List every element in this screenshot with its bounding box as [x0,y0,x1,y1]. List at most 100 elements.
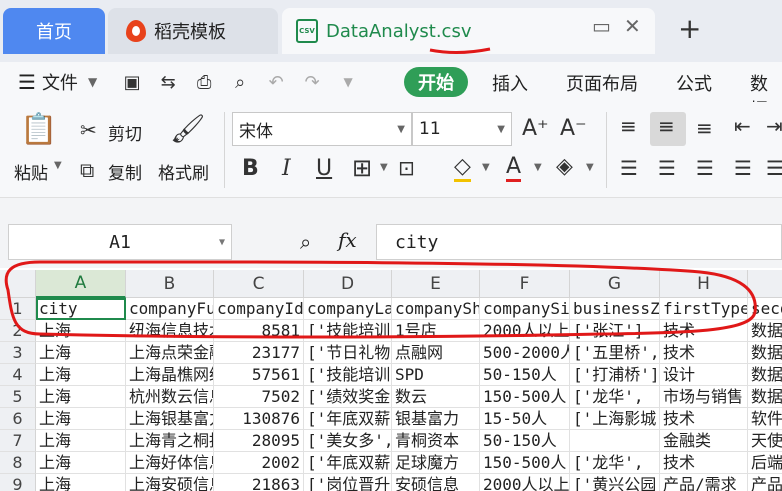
column-header-g[interactable]: G [570,270,660,298]
paste-button[interactable]: 粘贴 [14,159,48,184]
column-header-b[interactable]: B [126,270,214,298]
table-cell[interactable]: 50-150人 [480,364,570,386]
table-cell[interactable]: 上海晶樵网络 [126,364,214,386]
redo-icon[interactable]: ↷ [301,71,323,93]
table-cell[interactable]: 设计 [660,364,748,386]
menu-page-layout[interactable]: 页面布局 [566,70,638,96]
table-cell[interactable]: ['龙华', [570,452,660,474]
row-header[interactable]: 7 [0,430,36,452]
italic-icon[interactable]: I [282,156,291,181]
align-middle-icon[interactable]: ≡ [658,114,675,138]
table-cell[interactable]: 市场与销售 [660,386,748,408]
table-cell[interactable]: 天使投资 [748,430,782,452]
align-bottom-icon[interactable]: ≡ [696,116,713,140]
table-cell[interactable]: 上海银基富力 [126,408,214,430]
header-cell[interactable]: companyId [214,298,304,320]
header-cell[interactable]: firstType [660,298,748,320]
table-cell[interactable]: SPD [392,364,480,386]
table-cell[interactable]: ['年底双薪', [304,408,392,430]
table-cell[interactable]: 500-2000人 [480,342,570,364]
table-cell[interactable]: 57561 [214,364,304,386]
table-cell[interactable]: 纽海信息技术 [126,320,214,342]
column-header-a[interactable]: A [36,270,126,298]
table-cell[interactable]: 2000人以上 [480,320,570,342]
header-cell[interactable]: companySize [480,298,570,320]
table-cell[interactable]: ['技能培训', [304,364,392,386]
column-header-c[interactable]: C [214,270,304,298]
table-cell[interactable]: 7502 [214,386,304,408]
row-header[interactable]: 4 [0,364,36,386]
align-top-icon[interactable]: ≡ [620,114,637,138]
table-cell[interactable]: 数据开发 [748,386,782,408]
table-cell[interactable] [570,430,660,452]
menu-insert[interactable]: 插入 [492,70,528,96]
table-cell[interactable]: 1号店 [392,320,480,342]
font-name-select[interactable]: 宋体 ▼ [232,112,412,146]
header-cell[interactable]: secondType [748,298,782,320]
table-cell[interactable]: 上海 [36,408,126,430]
formula-input[interactable]: city [376,224,782,260]
tab-home[interactable]: 首页 [3,8,105,54]
eraser-icon[interactable]: ◈ [556,154,573,179]
underline-icon[interactable]: U [316,156,332,181]
table-cell[interactable]: 130876 [214,408,304,430]
header-cell[interactable]: companyLabelList [304,298,392,320]
font-color-icon[interactable]: A [506,154,522,182]
header-cell[interactable]: companyShortName [392,298,480,320]
file-menu[interactable]: ☰ 文件 ▼ [18,69,97,95]
add-tab-icon[interactable]: + [678,12,701,45]
table-cell[interactable]: 数据开发 [748,320,782,342]
table-cell[interactable]: 8581 [214,320,304,342]
table-cell[interactable]: 技术 [660,342,748,364]
align-right-icon[interactable]: ☰ [696,156,714,180]
table-cell[interactable]: 2000人以上 [480,474,570,491]
table-cell[interactable]: ['龙华', [570,386,660,408]
table-cell[interactable]: 上海点荣金融 [126,342,214,364]
row-header[interactable]: 9 [0,474,36,491]
table-cell[interactable]: ['岗位晋升', [304,474,392,491]
table-cell[interactable]: 23177 [214,342,304,364]
row-header[interactable]: 5 [0,386,36,408]
column-header-i[interactable]: I [748,270,782,298]
bold-icon[interactable]: B [242,156,259,181]
table-cell[interactable]: 后端开发 [748,452,782,474]
header-cell[interactable]: city [36,298,126,320]
column-header-f[interactable]: F [480,270,570,298]
table-cell[interactable]: ['节日礼物', [304,342,392,364]
table-cell[interactable]: 上海 [36,430,126,452]
table-cell[interactable]: ['上海影城', [570,408,660,430]
table-cell[interactable]: 软件开发 [748,408,782,430]
export-icon[interactable]: ⇆ [157,71,179,93]
table-cell[interactable]: 青桐资本 [392,430,480,452]
row-header[interactable]: 3 [0,342,36,364]
table-cell[interactable]: 上海 [36,386,126,408]
table-cell[interactable]: ['技能培训', [304,320,392,342]
print-preview-icon[interactable]: ⌕ [229,71,251,93]
tab-template[interactable]: 稻壳模板 [108,8,278,54]
table-cell[interactable]: 上海好体信息 [126,452,214,474]
decrease-font-icon[interactable]: A⁻ [560,116,587,141]
table-cell[interactable]: 上海青之桐投 [126,430,214,452]
table-cell[interactable]: 上海安硕信息 [126,474,214,491]
header-cell[interactable]: businessZones [570,298,660,320]
table-cell[interactable]: 技术 [660,452,748,474]
table-cell[interactable]: 50-150人 [480,430,570,452]
table-cell[interactable]: 数云 [392,386,480,408]
copy-button[interactable]: 复制 [108,159,142,184]
fx-icon[interactable]: fx [338,228,357,252]
menu-start[interactable]: 开始 [404,67,468,97]
table-cell[interactable]: 150-500人 [480,386,570,408]
table-cell[interactable]: 150-500人 [480,452,570,474]
select-all-corner[interactable] [0,270,36,298]
justify-icon[interactable]: ☰ [734,156,752,180]
chevron-down-icon[interactable]: ▼ [337,71,359,93]
table-cell[interactable]: 上海 [36,320,126,342]
name-box[interactable]: A1 ▼ [8,224,232,260]
paste-icon[interactable]: 📋 [20,112,57,147]
chevron-down-icon[interactable]: ▼ [54,160,62,171]
table-cell[interactable]: ['绩效奖金', [304,386,392,408]
table-cell[interactable]: 点融网 [392,342,480,364]
table-cell[interactable]: 21863 [214,474,304,491]
row-header[interactable]: 2 [0,320,36,342]
indent-increase-icon[interactable]: ⇥ [766,114,782,138]
